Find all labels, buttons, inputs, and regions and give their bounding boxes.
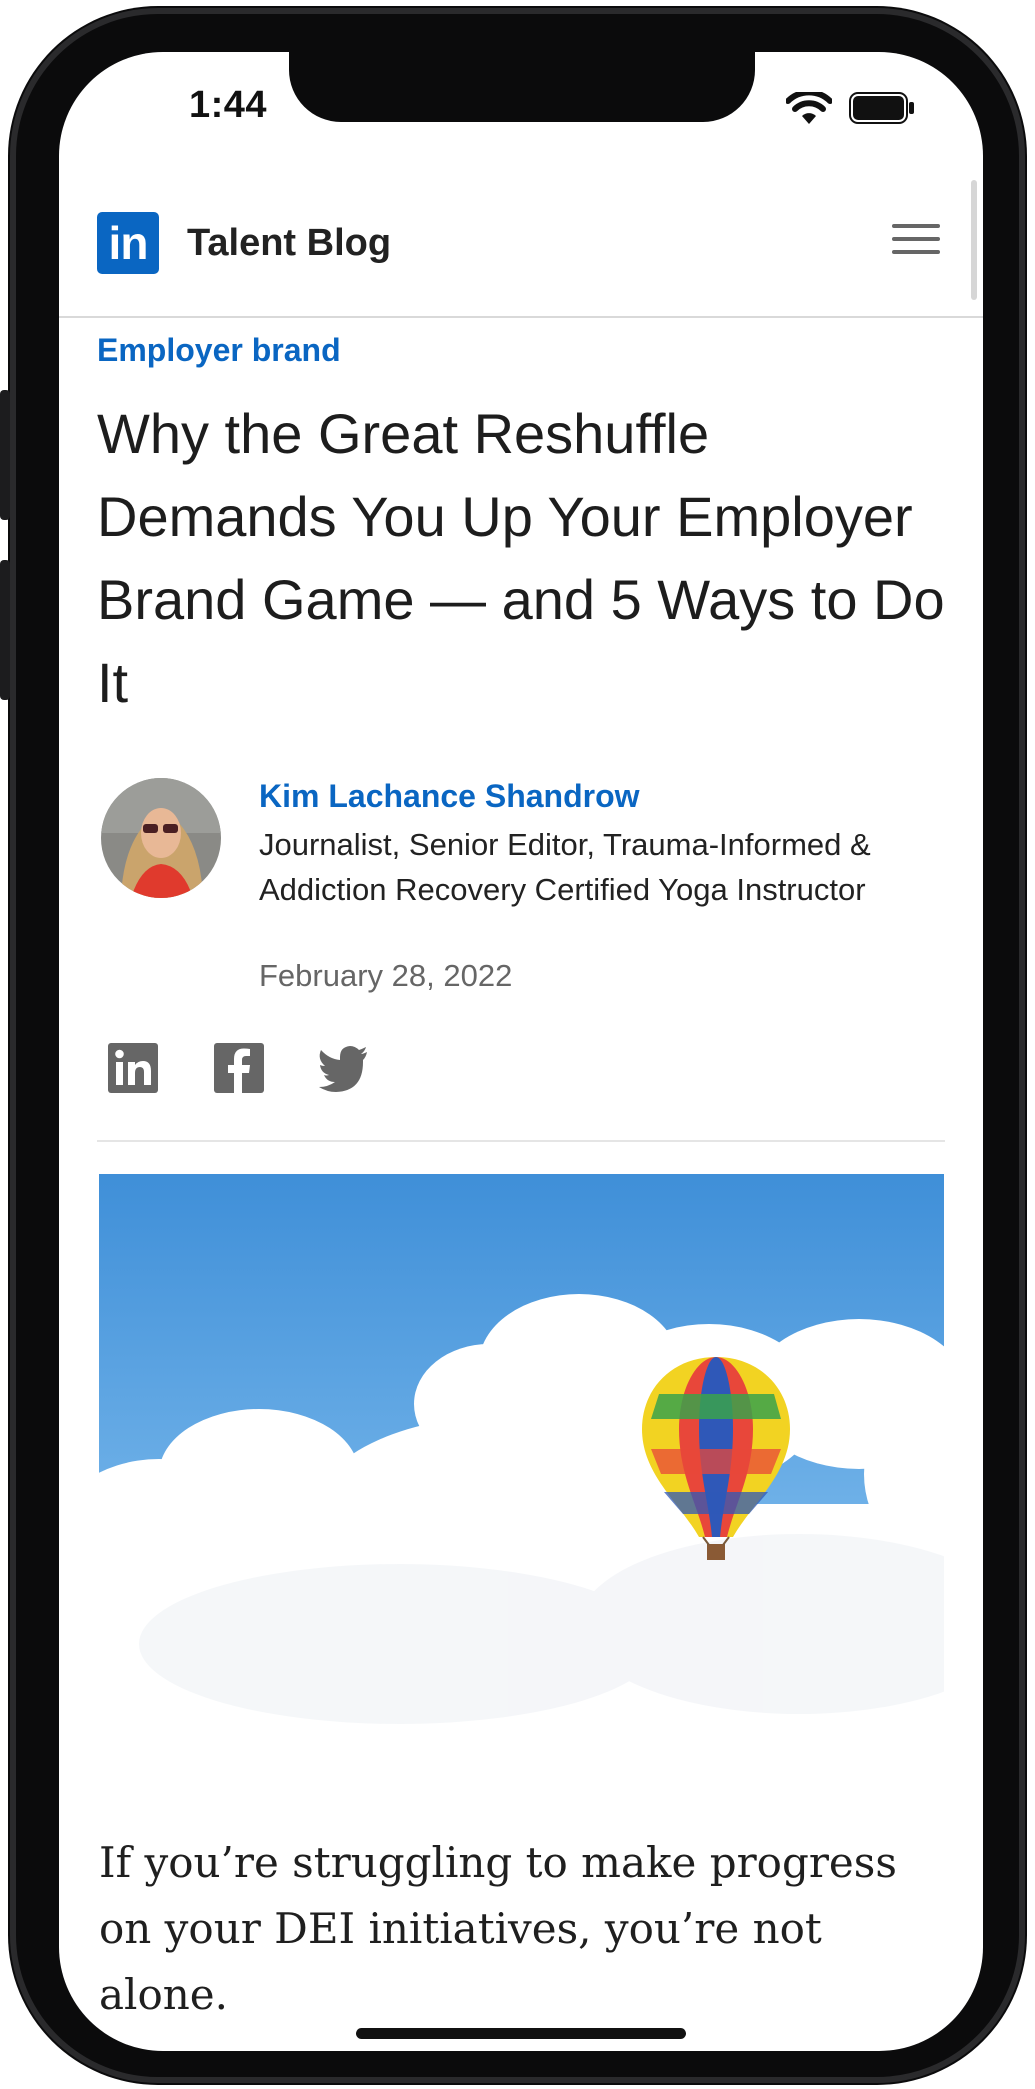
article-headline: Why the Great Reshuffle Demands You Up Y… <box>97 402 945 714</box>
twitter-icon[interactable] <box>317 1042 369 1094</box>
publish-date: February 28, 2022 <box>259 958 513 993</box>
wifi-icon <box>786 92 832 124</box>
phone-side-button <box>0 390 10 520</box>
phone-side-button <box>0 560 10 700</box>
battery-icon <box>849 92 914 124</box>
linkedin-logo[interactable]: in <box>97 212 159 274</box>
site-title[interactable]: Talent Blog <box>187 222 391 265</box>
phone-screen: 1:44 in Talent Blog Employer brand Why t… <box>59 52 983 2051</box>
hamburger-menu-icon[interactable] <box>892 224 940 260</box>
scrollbar[interactable] <box>971 180 977 300</box>
author-bio: Journalist, Senior Editor, Trauma-Inform… <box>259 827 871 907</box>
site-header: in Talent Blog <box>59 182 983 318</box>
article-category[interactable]: Employer brand <box>97 332 341 369</box>
home-indicator[interactable] <box>356 2028 686 2039</box>
article-intro: If you’re struggling to make progress on… <box>99 1838 897 2019</box>
section-divider <box>97 1140 945 1142</box>
notch <box>289 52 755 122</box>
hero-image <box>99 1174 944 1738</box>
author-name[interactable]: Kim Lachance Shandrow <box>259 778 640 815</box>
author-avatar[interactable] <box>101 778 221 898</box>
linkedin-icon[interactable] <box>107 1042 159 1094</box>
status-time: 1:44 <box>189 84 268 126</box>
facebook-icon[interactable] <box>213 1042 265 1094</box>
